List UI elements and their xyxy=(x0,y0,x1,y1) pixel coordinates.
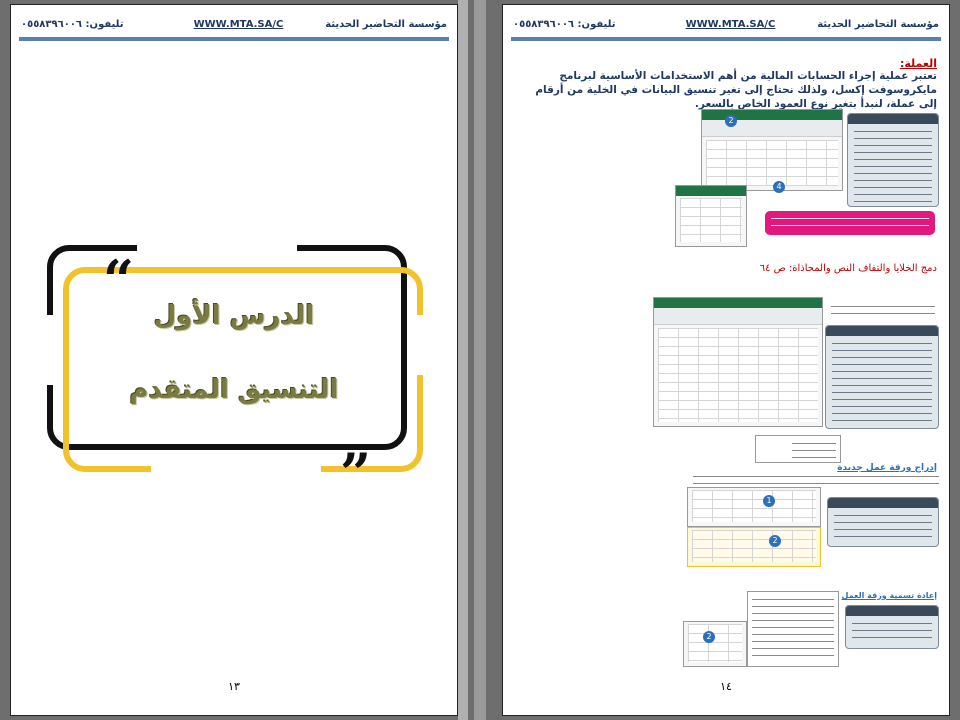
excel-screenshot-format xyxy=(701,109,843,191)
frame-gap-top xyxy=(137,241,297,253)
lesson-label: الدرس الأول xyxy=(153,301,315,331)
header-phone: تليفون: ٠٥٥٨٣٩٦٠٠٦ xyxy=(21,19,124,30)
step-badge-2: 2 xyxy=(725,115,737,127)
steps-box-rename xyxy=(845,605,939,649)
header-org: مؤسسة التحاضير الحديثة xyxy=(817,19,939,30)
page-header: مؤسسة التحاضير الحديثة WWW.MTA.SA/C تليف… xyxy=(21,15,447,35)
step-badge-rename: 2 xyxy=(703,631,715,643)
page-gutter-shadow xyxy=(458,0,468,720)
page-gutter xyxy=(474,0,486,720)
left-page: مؤسسة التحاضير الحديثة WWW.MTA.SA/C تليف… xyxy=(10,4,458,716)
steps-box-insert-sheet xyxy=(827,497,939,547)
header-rule xyxy=(511,37,941,41)
currency-paragraph: تعتبر عملية إجراء الحسابات المالية من أه… xyxy=(535,70,937,110)
steps-box-currency xyxy=(847,113,939,207)
sheet-tabs-screenshot-2 xyxy=(687,527,821,567)
frame-gap-bottom xyxy=(151,463,321,475)
excel-screenshot-save xyxy=(653,297,823,427)
step-badge-1: 1 xyxy=(763,495,775,507)
page-number: ١٣ xyxy=(228,680,240,693)
right-page: مؤسسة التحاضير الحديثة WWW.MTA.SA/C تليف… xyxy=(502,4,950,716)
header-website-link[interactable]: WWW.MTA.SA/C xyxy=(686,19,776,30)
excel-screenshot-result xyxy=(675,185,747,247)
sheet-tabs-screenshot-1 xyxy=(687,487,821,527)
header-website-link[interactable]: WWW.MTA.SA/C xyxy=(194,19,284,30)
step-badge-2b: 2 xyxy=(769,535,781,547)
page-number: ١٤ xyxy=(720,680,732,693)
open-quote-mark: “ xyxy=(103,248,135,312)
rename-sheet-heading: إعادة تسمية ورقة العمل xyxy=(841,591,937,600)
lesson-title: التنسيق المتقدم xyxy=(129,375,339,405)
header-rule xyxy=(19,37,449,41)
header-phone: تليفون: ٠٥٥٨٣٩٦٠٠٦ xyxy=(513,19,616,30)
merge-cells-heading: دمج الخلايا والتفاف النص والمحاذاة: ص ٦٤ xyxy=(759,263,937,274)
header-org: مؤسسة التحاضير الحديثة xyxy=(325,19,447,30)
currency-note-box xyxy=(765,211,935,235)
rename-tab-screenshot xyxy=(683,621,747,667)
save-as-caption xyxy=(831,303,935,317)
sheet-tab-snippet xyxy=(755,435,841,463)
page-header: مؤسسة التحاضير الحديثة WWW.MTA.SA/C تليف… xyxy=(513,15,939,35)
step-badge-4: 4 xyxy=(773,181,785,193)
close-quote-mark: „ xyxy=(341,410,373,474)
insert-sheet-paragraph xyxy=(693,473,939,487)
context-menu-screenshot xyxy=(747,591,839,667)
steps-box-save xyxy=(825,325,939,429)
insert-sheet-heading: إدراج ورقة عمل جديدة xyxy=(837,463,937,473)
